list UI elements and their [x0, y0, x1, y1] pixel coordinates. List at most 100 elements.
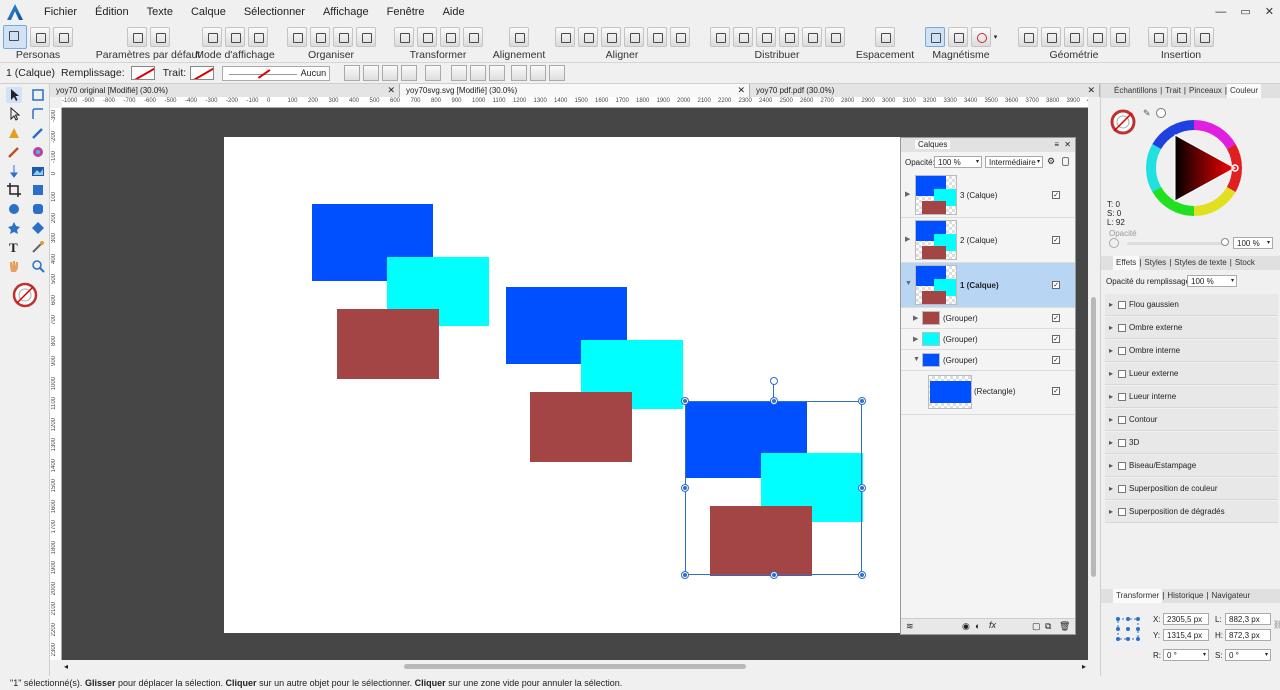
- transparency-tool-icon[interactable]: [6, 163, 22, 179]
- resize-handle-nw[interactable]: [682, 398, 688, 404]
- ctx-option-4-icon[interactable]: [401, 65, 418, 81]
- add-layer-icon[interactable]: ▢: [1032, 621, 1041, 632]
- tab-transform[interactable]: Transformer: [1113, 589, 1163, 603]
- brown-rectangle[interactable]: [530, 392, 632, 462]
- tab-swatches[interactable]: Échantillons: [1111, 84, 1160, 98]
- rotation-field[interactable]: 0 ° ▾: [1163, 649, 1209, 661]
- expand-icon[interactable]: ▶: [905, 190, 910, 198]
- effect-checkbox[interactable]: [1118, 508, 1126, 516]
- opacity-slider[interactable]: [1127, 242, 1225, 245]
- fill-stroke-swatch-icon[interactable]: [1109, 108, 1137, 136]
- geometry-add-icon[interactable]: [1018, 27, 1038, 47]
- ctx-option-2-icon[interactable]: [363, 65, 380, 81]
- blend-mode-select[interactable]: Intermédiaire ▾: [985, 156, 1043, 168]
- effect-outer-shadow[interactable]: Ombre externe: [1105, 317, 1278, 339]
- align-middle-icon[interactable]: [646, 27, 667, 47]
- horizontal-scrollbar[interactable]: ◂ ▸: [62, 660, 1088, 674]
- width-field[interactable]: 882,3 px: [1225, 613, 1271, 625]
- align-right-icon[interactable]: [600, 27, 621, 47]
- expand-icon[interactable]: ▶: [905, 235, 910, 243]
- effect-outline[interactable]: Contour: [1105, 409, 1278, 431]
- menu-aide[interactable]: Aide: [434, 0, 474, 24]
- fill-tool-icon[interactable]: [30, 144, 46, 160]
- brush-tool-icon[interactable]: [6, 144, 22, 160]
- layer-stack-icon[interactable]: ≋: [906, 621, 914, 632]
- effect-checkbox[interactable]: [1118, 393, 1126, 401]
- effect-checkbox[interactable]: [1118, 370, 1126, 378]
- stroke-swatch[interactable]: [190, 66, 215, 80]
- collapse-icon[interactable]: ▼: [905, 280, 912, 287]
- trash-icon[interactable]: 🗑: [1059, 621, 1070, 632]
- artboard-tool-icon[interactable]: [30, 87, 46, 103]
- anchor-grid-icon[interactable]: [1115, 616, 1141, 642]
- ellipse-tool-icon[interactable]: [6, 201, 22, 217]
- menu-texte[interactable]: Texte: [138, 0, 182, 24]
- resize-handle-w[interactable]: [682, 485, 688, 491]
- shapes-tool-icon[interactable]: [30, 220, 46, 236]
- effect-checkbox[interactable]: [1118, 301, 1126, 309]
- effect-outer-glow[interactable]: Lueur externe: [1105, 363, 1278, 385]
- panel-menu-icon[interactable]: ≡: [1054, 138, 1059, 152]
- fill-swatch[interactable]: [130, 66, 155, 80]
- snapping-magnet-icon[interactable]: [970, 27, 991, 47]
- minimize-button[interactable]: —: [1215, 0, 1226, 24]
- distribute-3-icon[interactable]: [755, 27, 776, 47]
- tab-styles[interactable]: Styles: [1141, 256, 1169, 270]
- visibility-checkbox[interactable]: ✓: [1052, 356, 1060, 364]
- flip-vertical-icon[interactable]: [416, 27, 437, 47]
- ctx-align-left-icon[interactable]: [451, 65, 468, 81]
- tab-stock[interactable]: Stock: [1232, 256, 1258, 270]
- y-field[interactable]: 1315,4 px: [1163, 629, 1209, 641]
- snapping-options-icon[interactable]: [947, 27, 968, 47]
- view-mode-1-icon[interactable]: [202, 27, 222, 47]
- distribute-5-icon[interactable]: [801, 27, 822, 47]
- tab-doc-original[interactable]: yoy70 original [Modifié] (30.0%) ✕: [50, 84, 400, 97]
- align-bottom-icon[interactable]: [669, 27, 690, 47]
- group-row-blue[interactable]: ▼ (Grouper) ✓: [901, 350, 1075, 371]
- hand-tool-icon[interactable]: [6, 258, 22, 274]
- tab-color[interactable]: Couleur: [1227, 84, 1262, 98]
- designer-persona-icon[interactable]: [3, 25, 27, 49]
- ctx-align-top-icon[interactable]: [511, 65, 528, 81]
- close-icon[interactable]: ✕: [1064, 138, 1071, 152]
- color-picker-icon[interactable]: [30, 239, 46, 255]
- tab-doc-svg[interactable]: yoy70svg.svg [Modifié] (30.0%) ✕: [400, 84, 750, 97]
- layer-row-2[interactable]: ▶ 2 (Calque) ✓: [901, 218, 1075, 263]
- close-icon[interactable]: ✕: [1087, 84, 1095, 97]
- insert-1-icon[interactable]: [1148, 27, 1168, 47]
- maximize-button[interactable]: ▭: [1240, 0, 1250, 24]
- rectangle-tool-icon[interactable]: [30, 182, 46, 198]
- visibility-checkbox[interactable]: ✓: [1052, 281, 1060, 289]
- insert-2-icon[interactable]: [1171, 27, 1191, 47]
- layer-row-1[interactable]: ▼ 1 (Calque) ✓: [901, 263, 1075, 308]
- snapping-dropdown-icon[interactable]: ▾: [994, 33, 998, 41]
- fx-icon[interactable]: fx: [989, 620, 996, 630]
- close-icon[interactable]: ✕: [737, 84, 745, 97]
- zoom-tool-icon[interactable]: [30, 258, 46, 274]
- expand-icon[interactable]: ▶: [913, 335, 918, 343]
- tab-brushes[interactable]: Pinceaux: [1186, 84, 1225, 98]
- rotate-right-icon[interactable]: [462, 27, 483, 47]
- rotate-left-icon[interactable]: [439, 27, 460, 47]
- effect-checkbox[interactable]: [1118, 439, 1126, 447]
- brown-rectangle[interactable]: [337, 309, 439, 379]
- tab-history[interactable]: Historique: [1164, 589, 1206, 603]
- defaults-pentagon-icon[interactable]: [126, 27, 147, 47]
- snapping-grid-icon[interactable]: [924, 27, 945, 47]
- align-left-icon[interactable]: [554, 27, 575, 47]
- menu-fenetre[interactable]: Fenêtre: [378, 0, 434, 24]
- arrange-forward-icon[interactable]: [332, 27, 353, 47]
- menu-calque[interactable]: Calque: [182, 0, 235, 24]
- insert-3-icon[interactable]: [1194, 27, 1214, 47]
- collapse-icon[interactable]: ▼: [913, 356, 920, 363]
- distribute-1-icon[interactable]: [709, 27, 730, 47]
- geometry-subtract-icon[interactable]: [1041, 27, 1061, 47]
- ctx-align-center-icon[interactable]: [470, 65, 487, 81]
- ctx-align-right-icon[interactable]: [489, 65, 506, 81]
- effect-3d[interactable]: 3D: [1105, 432, 1278, 454]
- visibility-checkbox[interactable]: ✓: [1052, 236, 1060, 244]
- geometry-divide-icon[interactable]: [1110, 27, 1130, 47]
- gear-icon[interactable]: ⚙: [1047, 156, 1055, 167]
- effect-checkbox[interactable]: [1118, 462, 1126, 470]
- height-field[interactable]: 872,3 px: [1225, 629, 1271, 641]
